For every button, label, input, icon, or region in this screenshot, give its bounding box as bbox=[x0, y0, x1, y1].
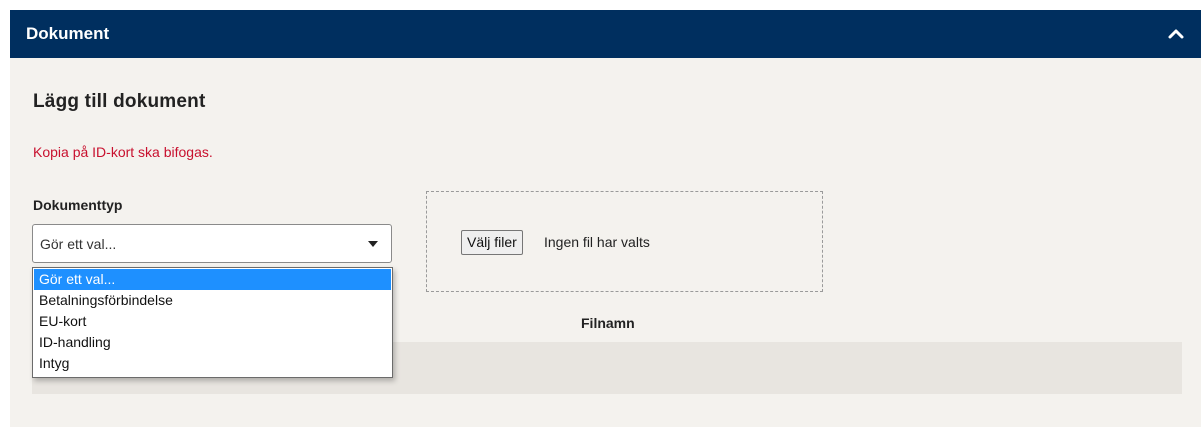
document-type-dropdown: Gör ett val... Betalningsförbindelse EU-… bbox=[32, 267, 393, 378]
document-type-select[interactable]: Gör ett val... bbox=[32, 224, 392, 263]
file-dropzone[interactable]: Välj filer Ingen fil har valts bbox=[426, 191, 823, 292]
documents-panel: Dokument Lägg till dokument Kopia på ID-… bbox=[10, 10, 1201, 427]
warning-message: Kopia på ID-kort ska bifogas. bbox=[33, 144, 213, 160]
option-eu-kort[interactable]: EU-kort bbox=[34, 311, 391, 332]
panel-title: Dokument bbox=[26, 24, 110, 43]
select-value: Gör ett val... bbox=[40, 236, 117, 252]
column-header-filename: Filnamn bbox=[581, 315, 635, 331]
section-title: Lägg till dokument bbox=[33, 91, 206, 112]
choose-files-button[interactable]: Välj filer bbox=[461, 230, 523, 255]
option-betalningsforbindelse[interactable]: Betalningsförbindelse bbox=[34, 290, 391, 311]
document-type-label: Dokumenttyp bbox=[33, 197, 123, 213]
option-choose[interactable]: Gör ett val... bbox=[34, 269, 391, 290]
option-id-handling[interactable]: ID-handling bbox=[34, 332, 391, 353]
panel-header[interactable]: Dokument bbox=[10, 10, 1201, 58]
file-status-text: Ingen fil har valts bbox=[544, 234, 650, 250]
caret-down-icon bbox=[368, 241, 378, 247]
option-intyg[interactable]: Intyg bbox=[34, 353, 391, 374]
chevron-up-icon[interactable] bbox=[1167, 26, 1185, 42]
